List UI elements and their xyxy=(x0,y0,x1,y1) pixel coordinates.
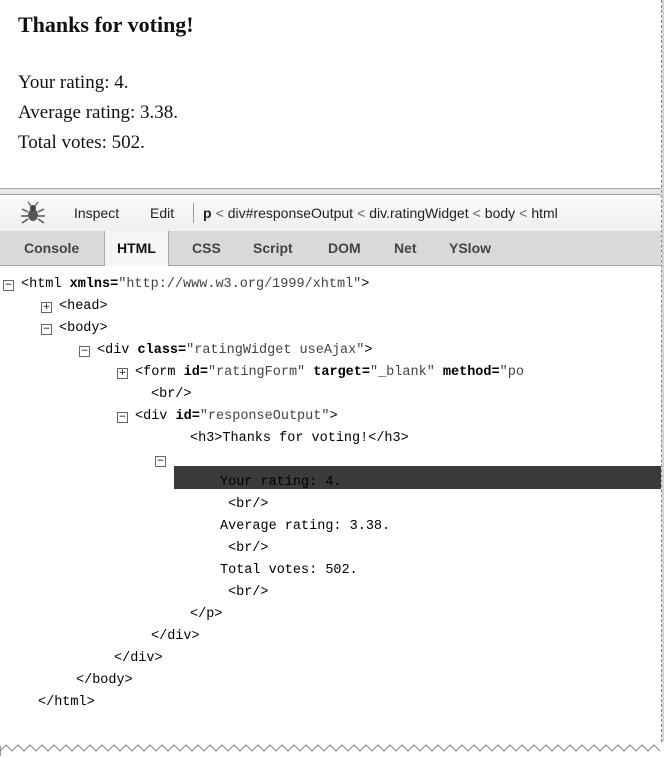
expand-toggle-icon[interactable]: + xyxy=(41,302,52,313)
tree-row-text[interactable]: Your rating: 4. xyxy=(220,472,342,494)
torn-edge xyxy=(0,744,661,752)
collapse-toggle-icon[interactable]: − xyxy=(117,412,128,423)
page-heading: Thanks for voting! xyxy=(18,12,194,37)
tree-row-br[interactable]: <br/> xyxy=(228,538,269,560)
collapse-toggle-icon[interactable]: − xyxy=(155,456,166,467)
tree-row-div-close[interactable]: </div> xyxy=(114,648,163,670)
tab-css[interactable]: CSS xyxy=(190,231,223,265)
tree-row-text[interactable]: Total votes: 502. xyxy=(220,560,358,582)
html-tree: − <html xmlns="http://www.w3.org/1999/xh… xyxy=(0,266,661,746)
tree-row-h3[interactable]: <h3>Thanks for voting!</h3> xyxy=(190,428,409,450)
tree-row-body-close[interactable]: </body> xyxy=(76,670,133,692)
expand-toggle-icon[interactable]: + xyxy=(117,368,128,379)
breadcrumb: p < div#responseOutput < div.ratingWidget < bo… xyxy=(203,205,558,221)
tab-console[interactable]: Console xyxy=(22,231,81,265)
panel-splitter[interactable] xyxy=(0,188,661,195)
tree-row-div-close[interactable]: </div> xyxy=(151,626,200,648)
tab-html[interactable]: HTML xyxy=(104,231,169,266)
total-votes-text: Total votes: 502. xyxy=(18,132,145,153)
firebug-toolbar: Inspect Edit p < div#responseOutput < div.ra… xyxy=(0,195,661,232)
tab-net[interactable]: Net xyxy=(392,231,419,265)
breadcrumb-item-body[interactable]: body xyxy=(485,205,515,221)
tab-dom[interactable]: DOM xyxy=(326,231,363,265)
toolbar-divider xyxy=(193,203,194,223)
your-rating-text: Your rating: 4. xyxy=(18,72,129,93)
tree-row-br[interactable]: <br/> xyxy=(151,384,192,406)
collapse-toggle-icon[interactable]: − xyxy=(3,280,14,291)
tree-row-text[interactable]: Average rating: 3.38. xyxy=(220,516,390,538)
collapse-toggle-icon[interactable]: − xyxy=(79,346,90,357)
page-output: Thanks for voting! Your rating: 4. Avera… xyxy=(0,0,661,188)
tree-row-html-close[interactable]: </html> xyxy=(38,692,95,714)
firebug-icon[interactable] xyxy=(20,201,46,225)
breadcrumb-item-response-output[interactable]: div#responseOutput xyxy=(228,205,353,221)
tree-row-br[interactable]: <br/> xyxy=(228,582,269,604)
breadcrumb-item-p[interactable]: p xyxy=(203,205,212,221)
collapse-toggle-icon[interactable]: − xyxy=(41,324,52,335)
average-rating-text: Average rating: 3.38. xyxy=(18,102,179,123)
edit-button[interactable]: Edit xyxy=(150,205,174,221)
breadcrumb-item-rating-widget[interactable]: div.ratingWidget xyxy=(369,205,468,221)
breadcrumb-item-html[interactable]: html xyxy=(531,205,557,221)
panel-tabs: Console HTML CSS Script DOM Net YSlow xyxy=(0,231,661,266)
tree-row-p-close[interactable]: </p> xyxy=(190,604,222,626)
tab-script[interactable]: Script xyxy=(251,231,295,265)
tab-yslow[interactable]: YSlow xyxy=(447,231,493,265)
tree-row-br[interactable]: <br/> xyxy=(228,494,269,516)
inspect-button[interactable]: Inspect xyxy=(74,205,119,221)
